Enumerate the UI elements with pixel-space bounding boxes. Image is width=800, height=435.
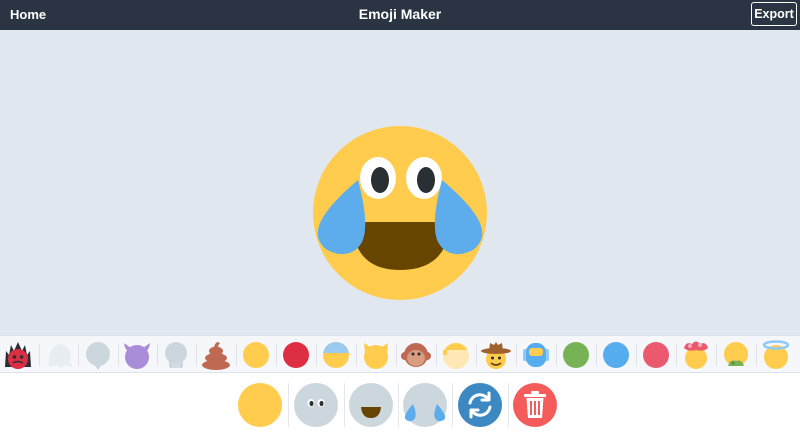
astronaut-face-icon[interactable] [520,339,552,371]
left-pupil [371,167,389,193]
palette-divider [39,344,40,366]
export-button[interactable]: Export [751,2,797,26]
top-bar: Home Emoji Maker Export [0,0,800,30]
palette-divider [396,344,397,366]
pink-face-icon[interactable] [640,339,672,371]
app-title: Emoji Maker [358,6,442,22]
cowboy-face-icon[interactable] [480,339,512,371]
palette-divider [476,344,477,366]
cold-sweat-face-icon[interactable] [320,339,352,371]
palette-divider [676,344,677,366]
mouth-layer-button[interactable] [348,382,394,428]
emoji-palette [0,335,800,373]
nauseated-face-icon[interactable] [720,339,752,371]
yellow-face-icon[interactable] [240,339,272,371]
palette-divider [316,344,317,366]
palette-divider [516,344,517,366]
refresh-icon[interactable] [457,382,503,428]
red-face-icon[interactable] [280,339,312,371]
palette-divider [436,344,437,366]
skull-face-icon[interactable] [160,339,192,371]
palette-divider [756,344,757,366]
fire-head-face-icon[interactable] [2,339,34,371]
exploding-head-face-icon[interactable] [680,339,712,371]
palette-divider [716,344,717,366]
palette-divider [78,344,79,366]
palette-divider [157,344,158,366]
bandaged-face-icon[interactable] [440,339,472,371]
layer-divider [344,383,345,427]
palette-divider [236,344,237,366]
palette-divider [276,344,277,366]
emoji-canvas [0,30,800,335]
emoji-preview [313,126,487,300]
layer-divider [288,383,289,427]
trash-icon[interactable] [512,382,558,428]
palette-divider [636,344,637,366]
cat-face-icon[interactable] [360,339,392,371]
layer-divider [508,383,509,427]
monkey-face-icon[interactable] [400,339,432,371]
layer-divider [398,383,399,427]
halo-face-icon[interactable] [760,339,792,371]
right-pupil [417,167,435,193]
devil-face-icon[interactable] [121,339,153,371]
layer-toolbar [0,373,800,435]
blue-face-icon[interactable] [600,339,632,371]
speech-bubble-face-icon[interactable] [82,339,114,371]
layer-divider [452,383,453,427]
poop-face-icon[interactable] [200,339,232,371]
tears-layer-button[interactable] [402,382,448,428]
palette-divider [556,344,557,366]
eyes-layer-button[interactable] [293,382,339,428]
ghost-face-icon[interactable] [43,339,75,371]
palette-divider [356,344,357,366]
face-layer-button[interactable] [237,382,283,428]
palette-divider [196,344,197,366]
palette-divider [596,344,597,366]
green-face-icon[interactable] [560,339,592,371]
palette-divider [118,344,119,366]
